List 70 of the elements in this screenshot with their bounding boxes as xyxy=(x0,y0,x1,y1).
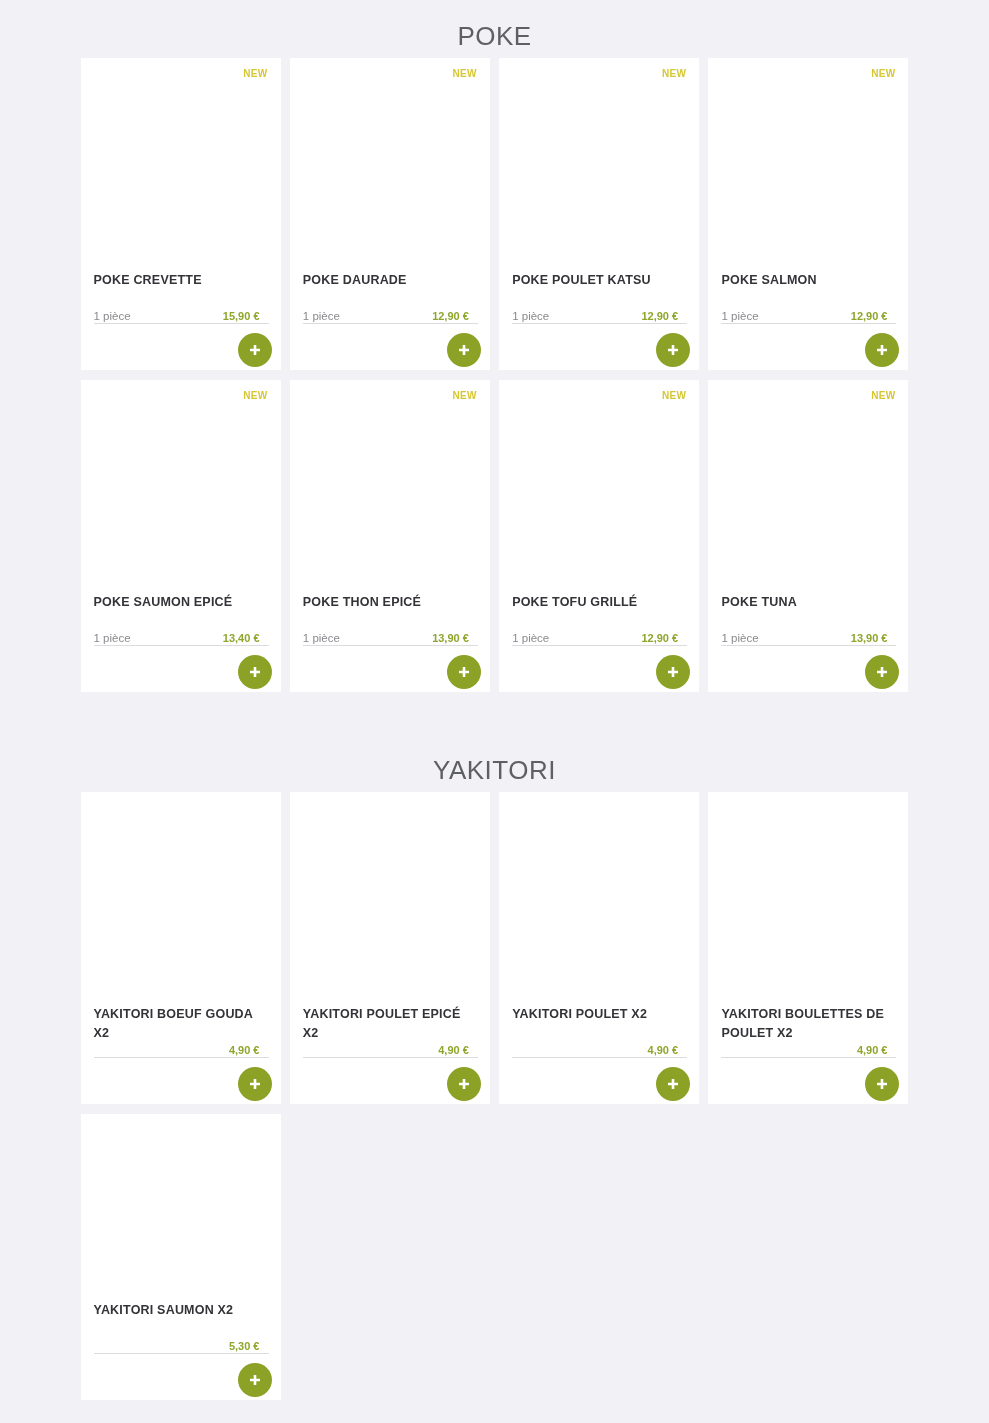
plus-icon xyxy=(877,1079,888,1089)
plus-icon xyxy=(458,667,469,677)
plus-icon xyxy=(458,1079,469,1089)
new-label: NEW xyxy=(871,68,896,80)
product-name: POKE POULET KATSU xyxy=(512,272,652,289)
product-name: YAKITORI POULET EPICÉ X2 xyxy=(302,1005,462,1042)
product-price: 4,90 € xyxy=(438,1043,469,1057)
plus-icon xyxy=(249,1375,260,1385)
add-button[interactable] xyxy=(865,655,900,689)
product-quantity: 1 pièce xyxy=(93,309,131,323)
product-price: 4,90 € xyxy=(647,1043,679,1057)
add-button[interactable] xyxy=(237,1363,272,1397)
product-name: POKE CREVETTE xyxy=(93,272,203,289)
product-name: POKE DAURADE xyxy=(302,272,408,289)
plus-icon xyxy=(249,1079,260,1089)
product-name: POKE SAUMON EPICÉ xyxy=(93,593,234,611)
product-quantity: 1 pièce xyxy=(721,309,759,323)
product-price: 13,40 € xyxy=(222,631,260,645)
product-price: 13,90 € xyxy=(850,631,888,645)
product-quantity: 1 pièce xyxy=(302,631,340,645)
product-price: 12,90 € xyxy=(641,631,679,645)
new-label: NEW xyxy=(661,68,687,80)
product-price: 12,90 € xyxy=(850,309,888,323)
add-button[interactable] xyxy=(237,333,272,367)
add-button[interactable] xyxy=(865,1067,900,1101)
plus-icon xyxy=(668,1079,679,1089)
new-label: NEW xyxy=(243,68,268,80)
plus-icon xyxy=(249,667,260,677)
product-quantity: 1 pièce xyxy=(512,309,550,323)
section-title: YAKITORI xyxy=(433,754,556,787)
new-label: NEW xyxy=(452,68,477,80)
product-price: 4,90 € xyxy=(228,1043,260,1057)
product-quantity: 1 pièce xyxy=(302,309,340,323)
product-price: 4,90 € xyxy=(856,1043,888,1057)
plus-icon xyxy=(877,345,888,355)
plus-icon xyxy=(668,345,679,355)
product-price: 5,30 € xyxy=(228,1339,260,1353)
new-label: NEW xyxy=(243,390,268,402)
product-quantity: 1 pièce xyxy=(93,631,131,645)
product-name: POKE TOFU GRILLÉ xyxy=(512,593,639,611)
add-button[interactable] xyxy=(446,333,481,367)
product-name: POKE SALMON xyxy=(721,272,818,289)
add-button[interactable] xyxy=(446,655,481,689)
product-name: YAKITORI BOULETTES DE POULET X2 xyxy=(721,1006,886,1042)
add-button[interactable] xyxy=(237,1067,272,1101)
product-name: YAKITORI SAUMON X2 xyxy=(93,1302,235,1319)
new-label: NEW xyxy=(661,390,687,402)
add-button[interactable] xyxy=(237,655,272,689)
add-button[interactable] xyxy=(865,333,900,367)
product-name: YAKITORI BOEUF GOUDA X2 xyxy=(93,1006,254,1042)
product-price: 12,90 € xyxy=(641,309,679,323)
product-name: YAKITORI POULET X2 xyxy=(512,1006,649,1023)
add-button[interactable] xyxy=(656,333,691,367)
plus-icon xyxy=(668,667,679,677)
new-label: NEW xyxy=(871,390,896,402)
product-name: POKE TUNA xyxy=(721,594,798,611)
product-quantity: 1 pièce xyxy=(721,631,759,645)
product-name: POKE THON EPICÉ xyxy=(302,593,423,611)
product-price: 13,90 € xyxy=(432,631,469,645)
plus-icon xyxy=(249,345,260,355)
product-price: 15,90 € xyxy=(222,309,260,323)
product-price: 12,90 € xyxy=(432,309,469,323)
add-button[interactable] xyxy=(656,655,691,689)
plus-icon xyxy=(458,345,469,355)
plus-icon xyxy=(877,667,888,677)
add-button[interactable] xyxy=(656,1067,691,1101)
new-label: NEW xyxy=(452,390,477,402)
add-button[interactable] xyxy=(446,1067,481,1101)
product-quantity: 1 pièce xyxy=(512,631,550,645)
section-title: POKE xyxy=(457,20,532,53)
